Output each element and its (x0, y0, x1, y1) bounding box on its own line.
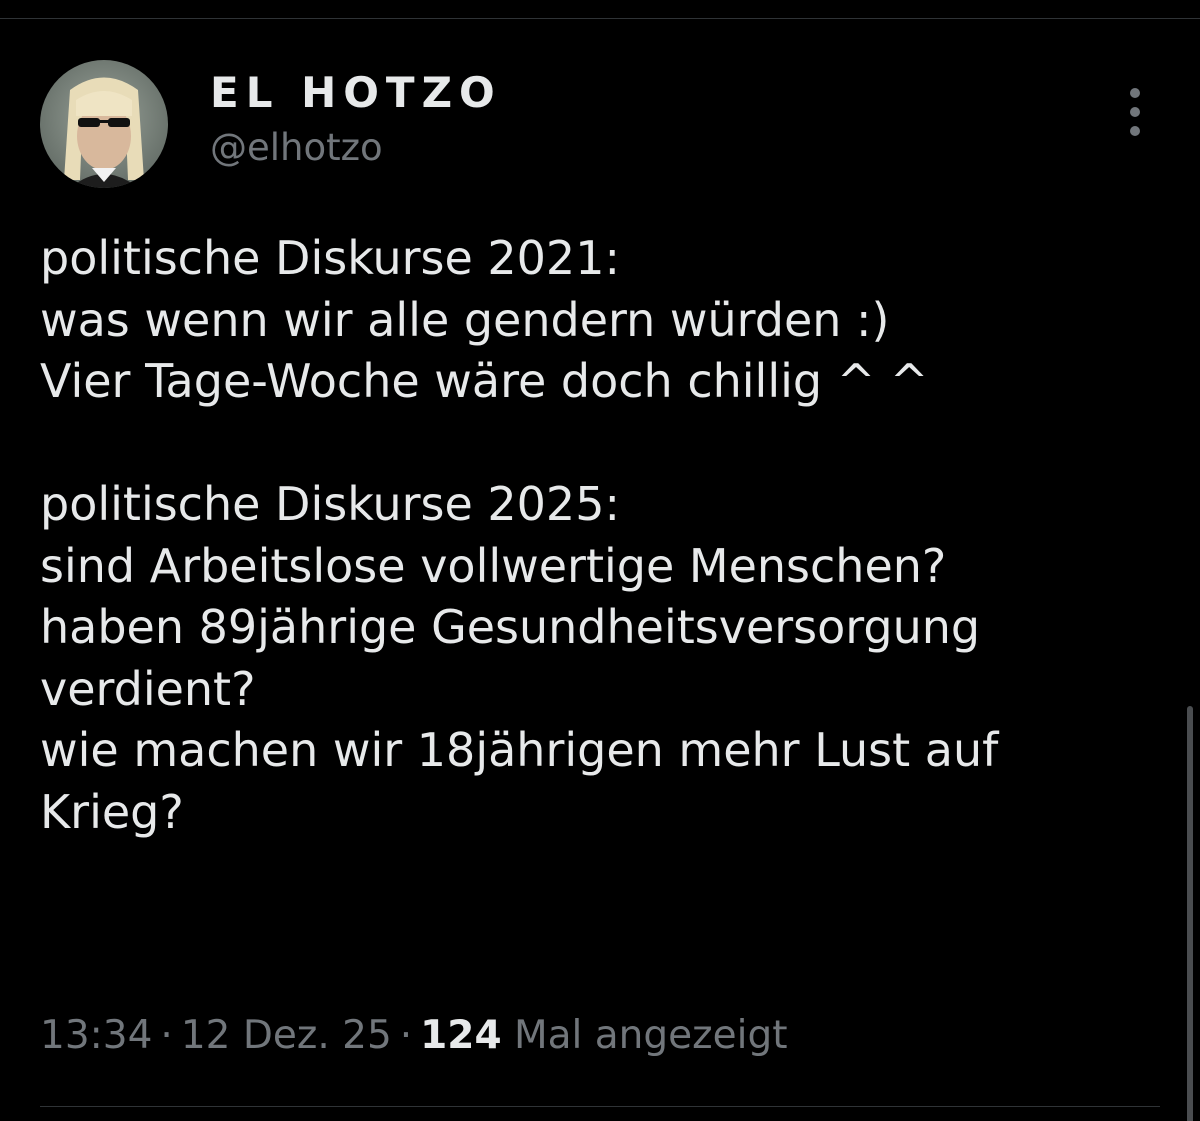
more-icon-dot (1130, 88, 1140, 98)
tweet-time[interactable]: 13:34 (40, 1013, 152, 1058)
tweet-text-line: haben 89jährige Gesundheitsversorgung (40, 600, 981, 654)
tweet-date[interactable]: 12 Dez. 25 (181, 1013, 392, 1058)
more-icon-dot (1130, 107, 1140, 117)
scrollbar-thumb[interactable] (1187, 706, 1193, 1121)
user-name[interactable]: EL HOTZO (210, 68, 502, 117)
tweet-header: EL HOTZO @elhotzo (40, 60, 1160, 188)
tweet-text-line: politische Diskurse 2025: (40, 477, 620, 531)
tweet-text: politische Diskurse 2021: was wenn wir a… (40, 228, 1170, 843)
tweet-text-line: wie machen wir 18jährigen mehr Lust auf (40, 723, 999, 777)
avatar[interactable] (40, 60, 168, 188)
tweet-text-line: Krieg? (40, 784, 184, 839)
bottom-divider (40, 1106, 1160, 1107)
views-label: Mal angezeigt (514, 1013, 788, 1058)
more-options-button[interactable] (1118, 88, 1152, 136)
meta-separator: · (160, 1013, 173, 1058)
tweet-text-line: politische Diskurse 2021: (40, 231, 620, 285)
tweet-text-line: Vier Tage-Woche wäre doch chillig ^ ^ (40, 354, 929, 408)
tweet-meta: 13:34 · 12 Dez. 25 · 124 Mal angezeigt (40, 1013, 788, 1058)
views-count[interactable]: 124 (420, 1013, 501, 1058)
top-divider (0, 18, 1200, 19)
tweet-text-line: sind Arbeitslose vollwertige Menschen? (40, 538, 947, 593)
avatar-image (40, 60, 168, 188)
meta-separator: · (399, 1013, 413, 1058)
tweet-text-line: verdient? (40, 661, 256, 716)
tweet-text-line: was wenn wir alle gendern würden :) (40, 292, 890, 347)
user-handle[interactable]: @elhotzo (210, 126, 383, 169)
more-icon-dot (1130, 126, 1140, 136)
